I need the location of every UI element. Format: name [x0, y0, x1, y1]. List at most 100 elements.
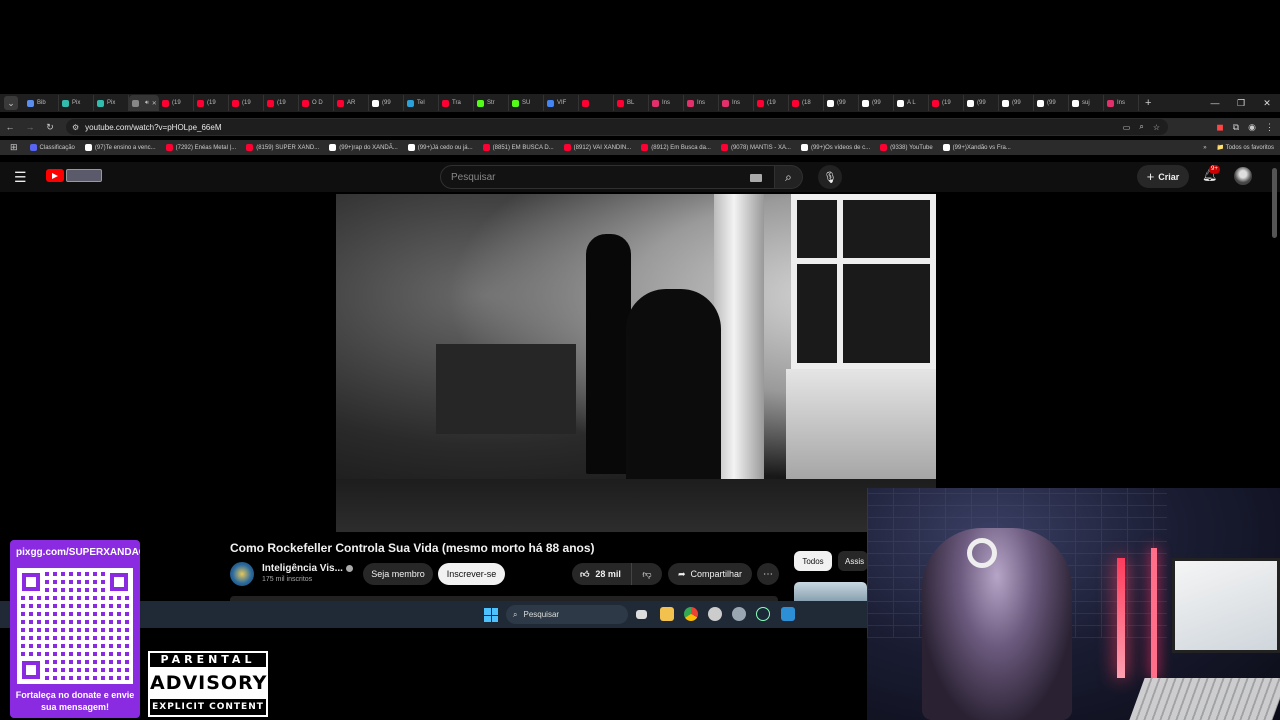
browser-tab[interactable]: O D	[299, 95, 334, 111]
browser-tab[interactable]: (18	[789, 95, 824, 111]
chrome-icon[interactable]	[684, 607, 698, 621]
app-blue-icon[interactable]	[781, 607, 795, 621]
browser-tab[interactable]: 🔊︎ ✕	[129, 95, 159, 111]
address-url[interactable]: youtube.com/watch?v=pHOLpe_66eM	[85, 123, 221, 132]
channel-name[interactable]: Inteligência Vis...	[262, 563, 353, 574]
browser-tab[interactable]: (99	[999, 95, 1034, 111]
browser-tab[interactable]: A L	[894, 95, 929, 111]
dislike-button[interactable]: 👎︎	[632, 563, 662, 585]
browser-tab[interactable]	[579, 95, 614, 111]
back-icon[interactable]: ←	[0, 122, 20, 132]
keyboard-icon[interactable]	[750, 174, 762, 182]
browser-tab[interactable]: AR	[334, 95, 369, 111]
browser-tab[interactable]: (19	[159, 95, 194, 111]
menu-icon[interactable]: ☰	[14, 169, 27, 186]
browser-tab[interactable]: Ins	[684, 95, 719, 111]
browser-menu-icon[interactable]: ⋮	[1265, 122, 1274, 133]
browser-tab[interactable]: (19	[229, 95, 264, 111]
browser-tab[interactable]: Bib	[24, 95, 59, 111]
apps-grid-icon[interactable]: ⊞	[10, 142, 18, 153]
extension-red-icon[interactable]: ◼	[1216, 122, 1223, 133]
browser-tab[interactable]: (19	[194, 95, 229, 111]
settings-gear-icon[interactable]	[732, 607, 746, 621]
youtube-logo-wordmark[interactable]	[66, 169, 102, 182]
all-bookmarks-label: Todos os favoritos	[1225, 145, 1274, 151]
file-explorer-icon[interactable]	[660, 607, 674, 621]
browser-tab[interactable]: (99	[824, 95, 859, 111]
chip-assistidos[interactable]: Assis	[838, 551, 868, 571]
share-button[interactable]: ➦ Compartilhar	[668, 563, 752, 585]
bookmark-item[interactable]: (99+)Os vídeos de c...	[800, 144, 870, 151]
bookmark-star-icon[interactable]: ☆	[1153, 123, 1160, 132]
account-avatar[interactable]	[1234, 167, 1252, 185]
page-scrollbar[interactable]	[1272, 168, 1277, 238]
browser-tab[interactable]: Tel	[404, 95, 439, 111]
bookmark-item[interactable]: (8912) VAI XANDIN...	[563, 144, 631, 151]
task-view-icon[interactable]	[636, 610, 647, 619]
tab-audio-icon[interactable]: 🔊︎	[145, 100, 149, 107]
browser-tab[interactable]: (99	[1034, 95, 1069, 111]
browser-tab[interactable]: Pix	[59, 95, 94, 111]
forward-icon[interactable]: →	[20, 122, 40, 132]
browser-tab[interactable]: Str	[474, 95, 509, 111]
bookmarks-more-button[interactable]: »	[1203, 145, 1206, 151]
subscribe-button[interactable]: Inscrever-se	[438, 563, 505, 585]
bookmark-item[interactable]: (99+)rap do XANDÃ...	[329, 144, 398, 151]
bookmark-item[interactable]: (8851) EM BUSCA D...	[482, 144, 554, 151]
browser-tab[interactable]: Ins	[1104, 95, 1139, 111]
tab-favicon-icon	[722, 99, 729, 107]
bookmark-item[interactable]: (8159) SUPER XAND...	[246, 144, 319, 151]
site-info-icon[interactable]: ⚙	[72, 123, 79, 132]
browser-tab[interactable]: (19	[264, 95, 299, 111]
browser-tab[interactable]: Tra	[439, 95, 474, 111]
bookmark-item[interactable]: (7292) Enéas Metal |...	[165, 144, 236, 151]
bookmark-item[interactable]: (8912) Em Busca da...	[641, 144, 711, 151]
join-button[interactable]: Seja membro	[363, 563, 433, 585]
video-player[interactable]	[336, 194, 936, 532]
new-tab-button[interactable]: +	[1145, 97, 1151, 109]
bookmark-item[interactable]: (9078) MANTIS - XA...	[720, 144, 791, 151]
browser-tab[interactable]: Ins	[719, 95, 754, 111]
browser-tab[interactable]: SU	[509, 95, 544, 111]
browser-tab[interactable]: (19	[929, 95, 964, 111]
bookmark-item[interactable]: (9338) YouTube	[880, 144, 933, 151]
bookmark-item[interactable]: Classificação	[29, 144, 75, 151]
profile-icon[interactable]: ◉	[1248, 122, 1256, 133]
restore-icon[interactable]: ❐	[1228, 94, 1254, 112]
minimize-icon[interactable]: —	[1202, 94, 1228, 112]
browser-tab[interactable]: Pix	[94, 95, 129, 111]
browser-tab[interactable]: (99	[369, 95, 404, 111]
browser-tab[interactable]: (99	[859, 95, 894, 111]
steam-icon[interactable]	[756, 607, 770, 621]
chip-all[interactable]: Todos	[794, 551, 832, 571]
reload-icon[interactable]: ↻	[40, 122, 60, 133]
tab-close-icon[interactable]: ✕	[152, 100, 157, 107]
browser-tab[interactable]: (99	[964, 95, 999, 111]
address-bar[interactable]: ⚙ youtube.com/watch?v=pHOLpe_66eM ▭ ⌕ ☆	[66, 119, 1168, 135]
browser-tab[interactable]: BL	[614, 95, 649, 111]
search-input[interactable]	[451, 171, 741, 183]
voice-search-button[interactable]: 🎙	[818, 165, 842, 189]
browser-tab[interactable]: Ins	[649, 95, 684, 111]
cast-icon[interactable]: ▭	[1123, 123, 1131, 132]
close-window-icon[interactable]: ✕	[1254, 94, 1280, 112]
taskbar-search[interactable]: ⌕ Pesquisar	[506, 605, 628, 624]
search-button[interactable]: ⌕	[775, 165, 803, 189]
channel-avatar[interactable]	[230, 562, 254, 586]
windows-start-icon[interactable]	[484, 608, 498, 622]
youtube-logo-icon[interactable]	[46, 169, 64, 182]
create-button[interactable]: + Criar	[1137, 165, 1189, 188]
bookmark-item[interactable]: (97)Te ensino a venc...	[84, 144, 156, 151]
more-actions-button[interactable]: ⋯	[757, 563, 779, 585]
obs-icon[interactable]	[708, 607, 722, 621]
extensions-puzzle-icon[interactable]: ⧉	[1233, 122, 1239, 133]
browser-tab[interactable]: VIF	[544, 95, 579, 111]
all-bookmarks-folder[interactable]: 📁 Todos os favoritos	[1217, 144, 1274, 151]
browser-tab[interactable]: (19	[754, 95, 789, 111]
tab-search-menu-icon[interactable]: ⌄	[4, 96, 18, 110]
like-button[interactable]: 👍︎ 28 mil	[572, 563, 632, 585]
browser-tab[interactable]: suj	[1069, 95, 1104, 111]
zoom-icon[interactable]: ⌕	[1139, 122, 1143, 132]
bookmark-item[interactable]: (99+)Já cedo ou já...	[407, 144, 473, 151]
bookmark-item[interactable]: (99+)Xandão vs Fra...	[942, 144, 1011, 151]
